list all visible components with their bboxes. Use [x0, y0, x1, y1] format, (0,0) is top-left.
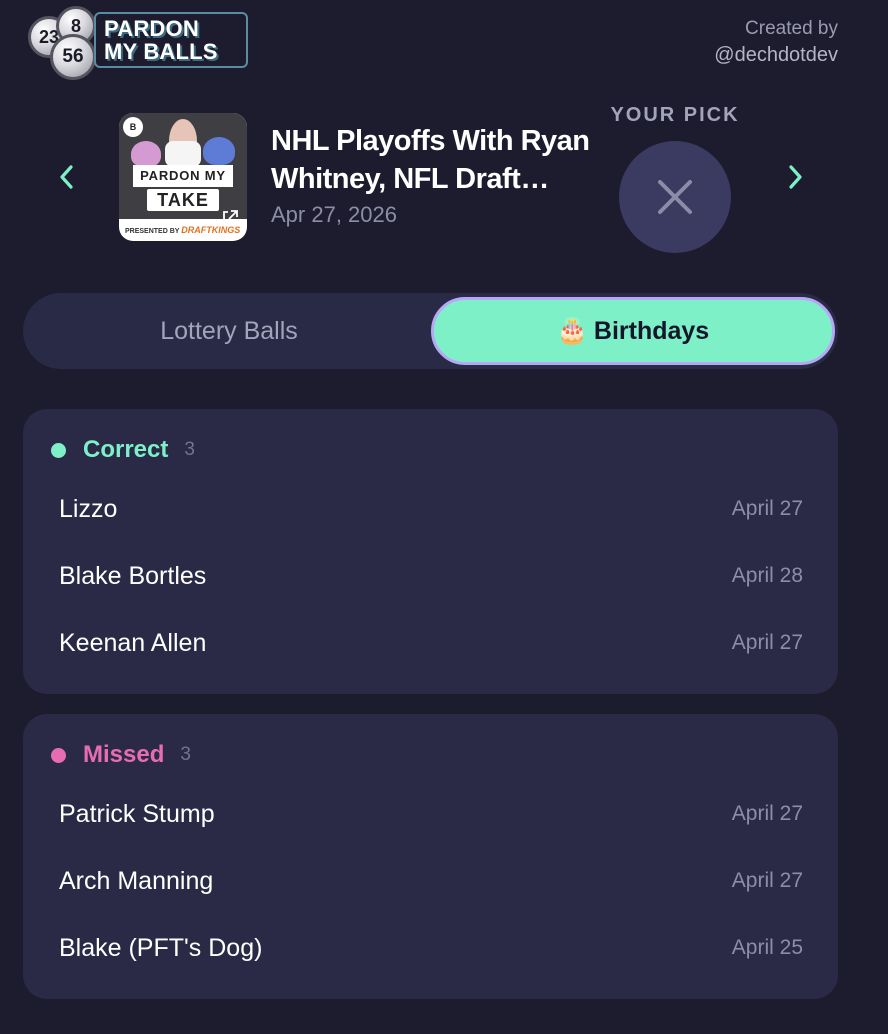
birthday-date: April 27 [731, 631, 803, 654]
external-link-icon [223, 210, 238, 225]
cover-take-text: TAKE [147, 189, 219, 211]
person-name: Blake (PFT's Dog) [59, 933, 263, 962]
list-item: Lizzo April 27 [59, 489, 803, 529]
list-item: Arch Manning April 27 [59, 861, 803, 901]
birthday-cake-icon: 🎂 [556, 316, 588, 345]
next-episode-button[interactable] [778, 160, 812, 194]
correct-label: Correct [83, 436, 169, 463]
status-dot [51, 442, 66, 458]
person-name: Keenan Allen [59, 628, 207, 657]
missed-header: Missed 3 [51, 740, 191, 770]
cover-illustration [203, 137, 235, 165]
list-item: Keenan Allen April 27 [59, 623, 803, 663]
credit-label: Created by [745, 18, 838, 39]
chevron-left-icon [60, 165, 73, 189]
tab-birthdays[interactable]: 🎂 Birthdays [431, 297, 835, 365]
birthday-date: April 25 [731, 936, 803, 959]
tab-label: Birthdays [593, 316, 710, 345]
person-name: Blake Bortles [59, 561, 207, 590]
x-icon [658, 180, 692, 214]
missed-label: Missed [83, 741, 165, 768]
app-header: 23 8 56 PARDON MY BALLS Created by @dech… [0, 0, 888, 80]
your-pick-button[interactable] [619, 141, 731, 253]
birthday-date: April 27 [731, 497, 803, 520]
person-name: Lizzo [59, 494, 118, 523]
mode-toggle: Lottery Balls 🎂 Birthdays [23, 293, 838, 369]
episode-title[interactable]: NHL Playoffs With Ryan Whitney, NFL Draf… [271, 122, 601, 198]
correct-count: 3 [184, 439, 195, 460]
missed-results-card: Missed 3 Patrick Stump April 27 Arch Man… [23, 714, 838, 999]
pardon-my-balls-logo[interactable]: 23 8 56 PARDON MY BALLS [24, 6, 250, 80]
birthday-date: April 27 [731, 802, 803, 825]
missed-count: 3 [180, 744, 191, 765]
birthday-date: April 27 [731, 869, 803, 892]
cover-banner-text: PARDON MY [133, 165, 233, 187]
cover-illustration [131, 141, 161, 167]
logo-wordmark: PARDON MY BALLS [94, 12, 248, 68]
tab-lottery-balls[interactable]: Lottery Balls [27, 297, 431, 365]
list-item: Blake (PFT's Dog) April 25 [59, 928, 803, 968]
episode-cover-art[interactable]: B PARDON MY TAKE PRESENTED BY DRAFTKINGS [119, 113, 247, 241]
creator-handle-link[interactable]: @dechdotdev [714, 42, 838, 68]
list-item: Patrick Stump April 27 [59, 794, 803, 834]
episode-date: Apr 27, 2026 [271, 202, 397, 227]
birthday-date: April 28 [731, 564, 803, 587]
list-item: Blake Bortles April 28 [59, 556, 803, 596]
lottery-ball-icon: 56 [50, 34, 96, 80]
barstool-badge-icon: B [123, 117, 143, 137]
status-dot [51, 747, 66, 763]
your-pick-label: YOUR PICK [610, 104, 740, 126]
correct-header: Correct 3 [51, 435, 195, 465]
cover-illustration [165, 141, 201, 167]
person-name: Patrick Stump [59, 799, 215, 828]
person-name: Arch Manning [59, 866, 214, 895]
previous-episode-button[interactable] [50, 160, 84, 194]
correct-results-card: Correct 3 Lizzo April 27 Blake Bortles A… [23, 409, 838, 694]
tab-label: Lottery Balls [160, 316, 298, 345]
creator-credit: Created by @dechdotdev [714, 16, 838, 68]
chevron-right-icon [789, 165, 802, 189]
